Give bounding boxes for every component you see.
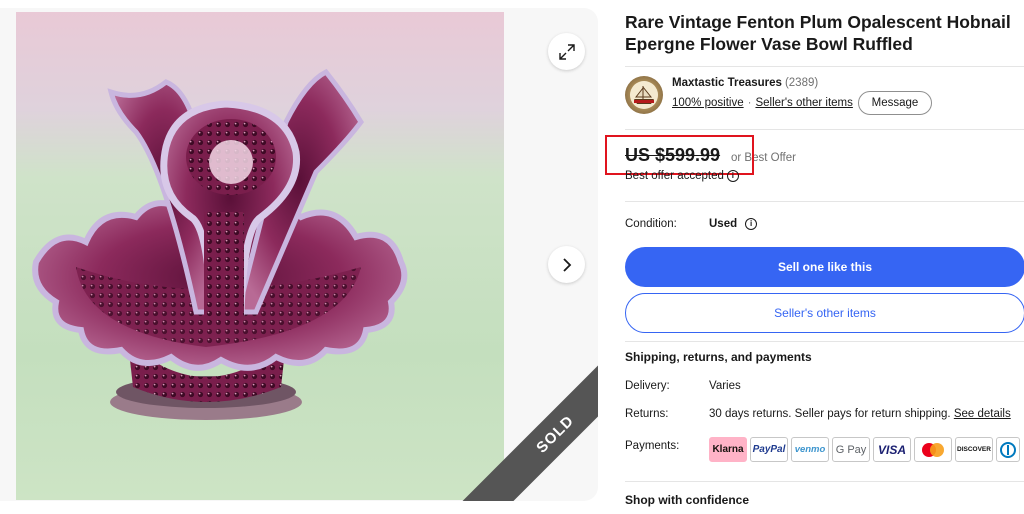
- diners-club-icon: [996, 437, 1020, 462]
- condition-label: Condition:: [625, 218, 677, 230]
- seller-avatar[interactable]: [625, 76, 663, 114]
- seller-feedback-count: (2389): [784, 77, 819, 89]
- divider: [625, 341, 1024, 342]
- ship-logo-icon: [630, 81, 658, 109]
- seller-links: 100% positive·Seller's other items·: [672, 97, 865, 109]
- listing-details: Rare Vintage Fenton Plum Opalescent Hobn…: [605, 0, 1024, 514]
- divider: [625, 201, 1024, 202]
- seller-name[interactable]: Maxtastic Treasures: [672, 77, 782, 89]
- condition-value: Used: [709, 218, 738, 230]
- visa-icon: VISA: [873, 437, 911, 462]
- returns-value: 30 days returns. Seller pays for return …: [709, 408, 951, 420]
- discover-icon: DISCOVER: [955, 437, 993, 462]
- epergne-vase-image: [32, 68, 408, 420]
- listing-title: Rare Vintage Fenton Plum Opalescent Hobn…: [625, 12, 1011, 54]
- seller-info: Maxtastic Treasures (2389): [672, 77, 818, 89]
- best-offer-accepted: Best offer accepted i: [625, 170, 739, 182]
- sold-label: SOLD: [532, 411, 578, 457]
- mastercard-icon: [914, 437, 952, 462]
- divider: [625, 129, 1024, 130]
- mastercard-circles: [922, 442, 944, 457]
- divider: [625, 66, 1024, 67]
- sellers-other-items-button[interactable]: Seller's other items: [625, 293, 1024, 333]
- venmo-icon: venmo: [791, 437, 829, 462]
- expand-image-button[interactable]: [548, 33, 585, 70]
- klarna-icon: Klarna: [709, 437, 747, 462]
- diners-circle: [1000, 441, 1016, 458]
- google-pay-icon: G Pay: [832, 437, 870, 462]
- returns-value-group: 30 days returns. Seller pays for return …: [709, 408, 1011, 420]
- info-icon[interactable]: i: [726, 170, 739, 182]
- sell-one-like-this-button[interactable]: Sell one like this: [625, 247, 1024, 287]
- paypal-icon: PayPal: [750, 437, 788, 462]
- condition-value-group: Used i: [709, 218, 758, 230]
- delivery-label: Delivery:: [625, 380, 670, 392]
- chevron-right-icon: [562, 257, 571, 272]
- divider: [625, 481, 1024, 482]
- product-photo[interactable]: [16, 12, 504, 500]
- image-gallery: SOLD: [0, 8, 598, 501]
- seller-positive-link[interactable]: 100% positive: [672, 97, 744, 109]
- payments-label: Payments:: [625, 440, 680, 452]
- returns-label: Returns:: [625, 408, 669, 420]
- next-image-button[interactable]: [548, 246, 585, 283]
- separator-dot: ·: [747, 97, 752, 109]
- message-seller-button[interactable]: Message: [858, 91, 932, 115]
- payment-methods: Klarna PayPal venmo G Pay VISA DISCOVER: [709, 437, 1020, 462]
- shipping-section-title: Shipping, returns, and payments: [625, 350, 812, 364]
- delivery-value: Varies: [709, 380, 741, 392]
- best-offer-accepted-label: Best offer accepted: [625, 170, 724, 182]
- expand-icon: [558, 43, 575, 60]
- see-details-link[interactable]: See details: [954, 408, 1011, 420]
- seller-other-items-link[interactable]: Seller's other items: [755, 97, 852, 109]
- shop-with-confidence-title: Shop with confidence: [625, 493, 750, 507]
- price-highlight-box: [605, 135, 754, 175]
- info-icon[interactable]: i: [745, 218, 758, 230]
